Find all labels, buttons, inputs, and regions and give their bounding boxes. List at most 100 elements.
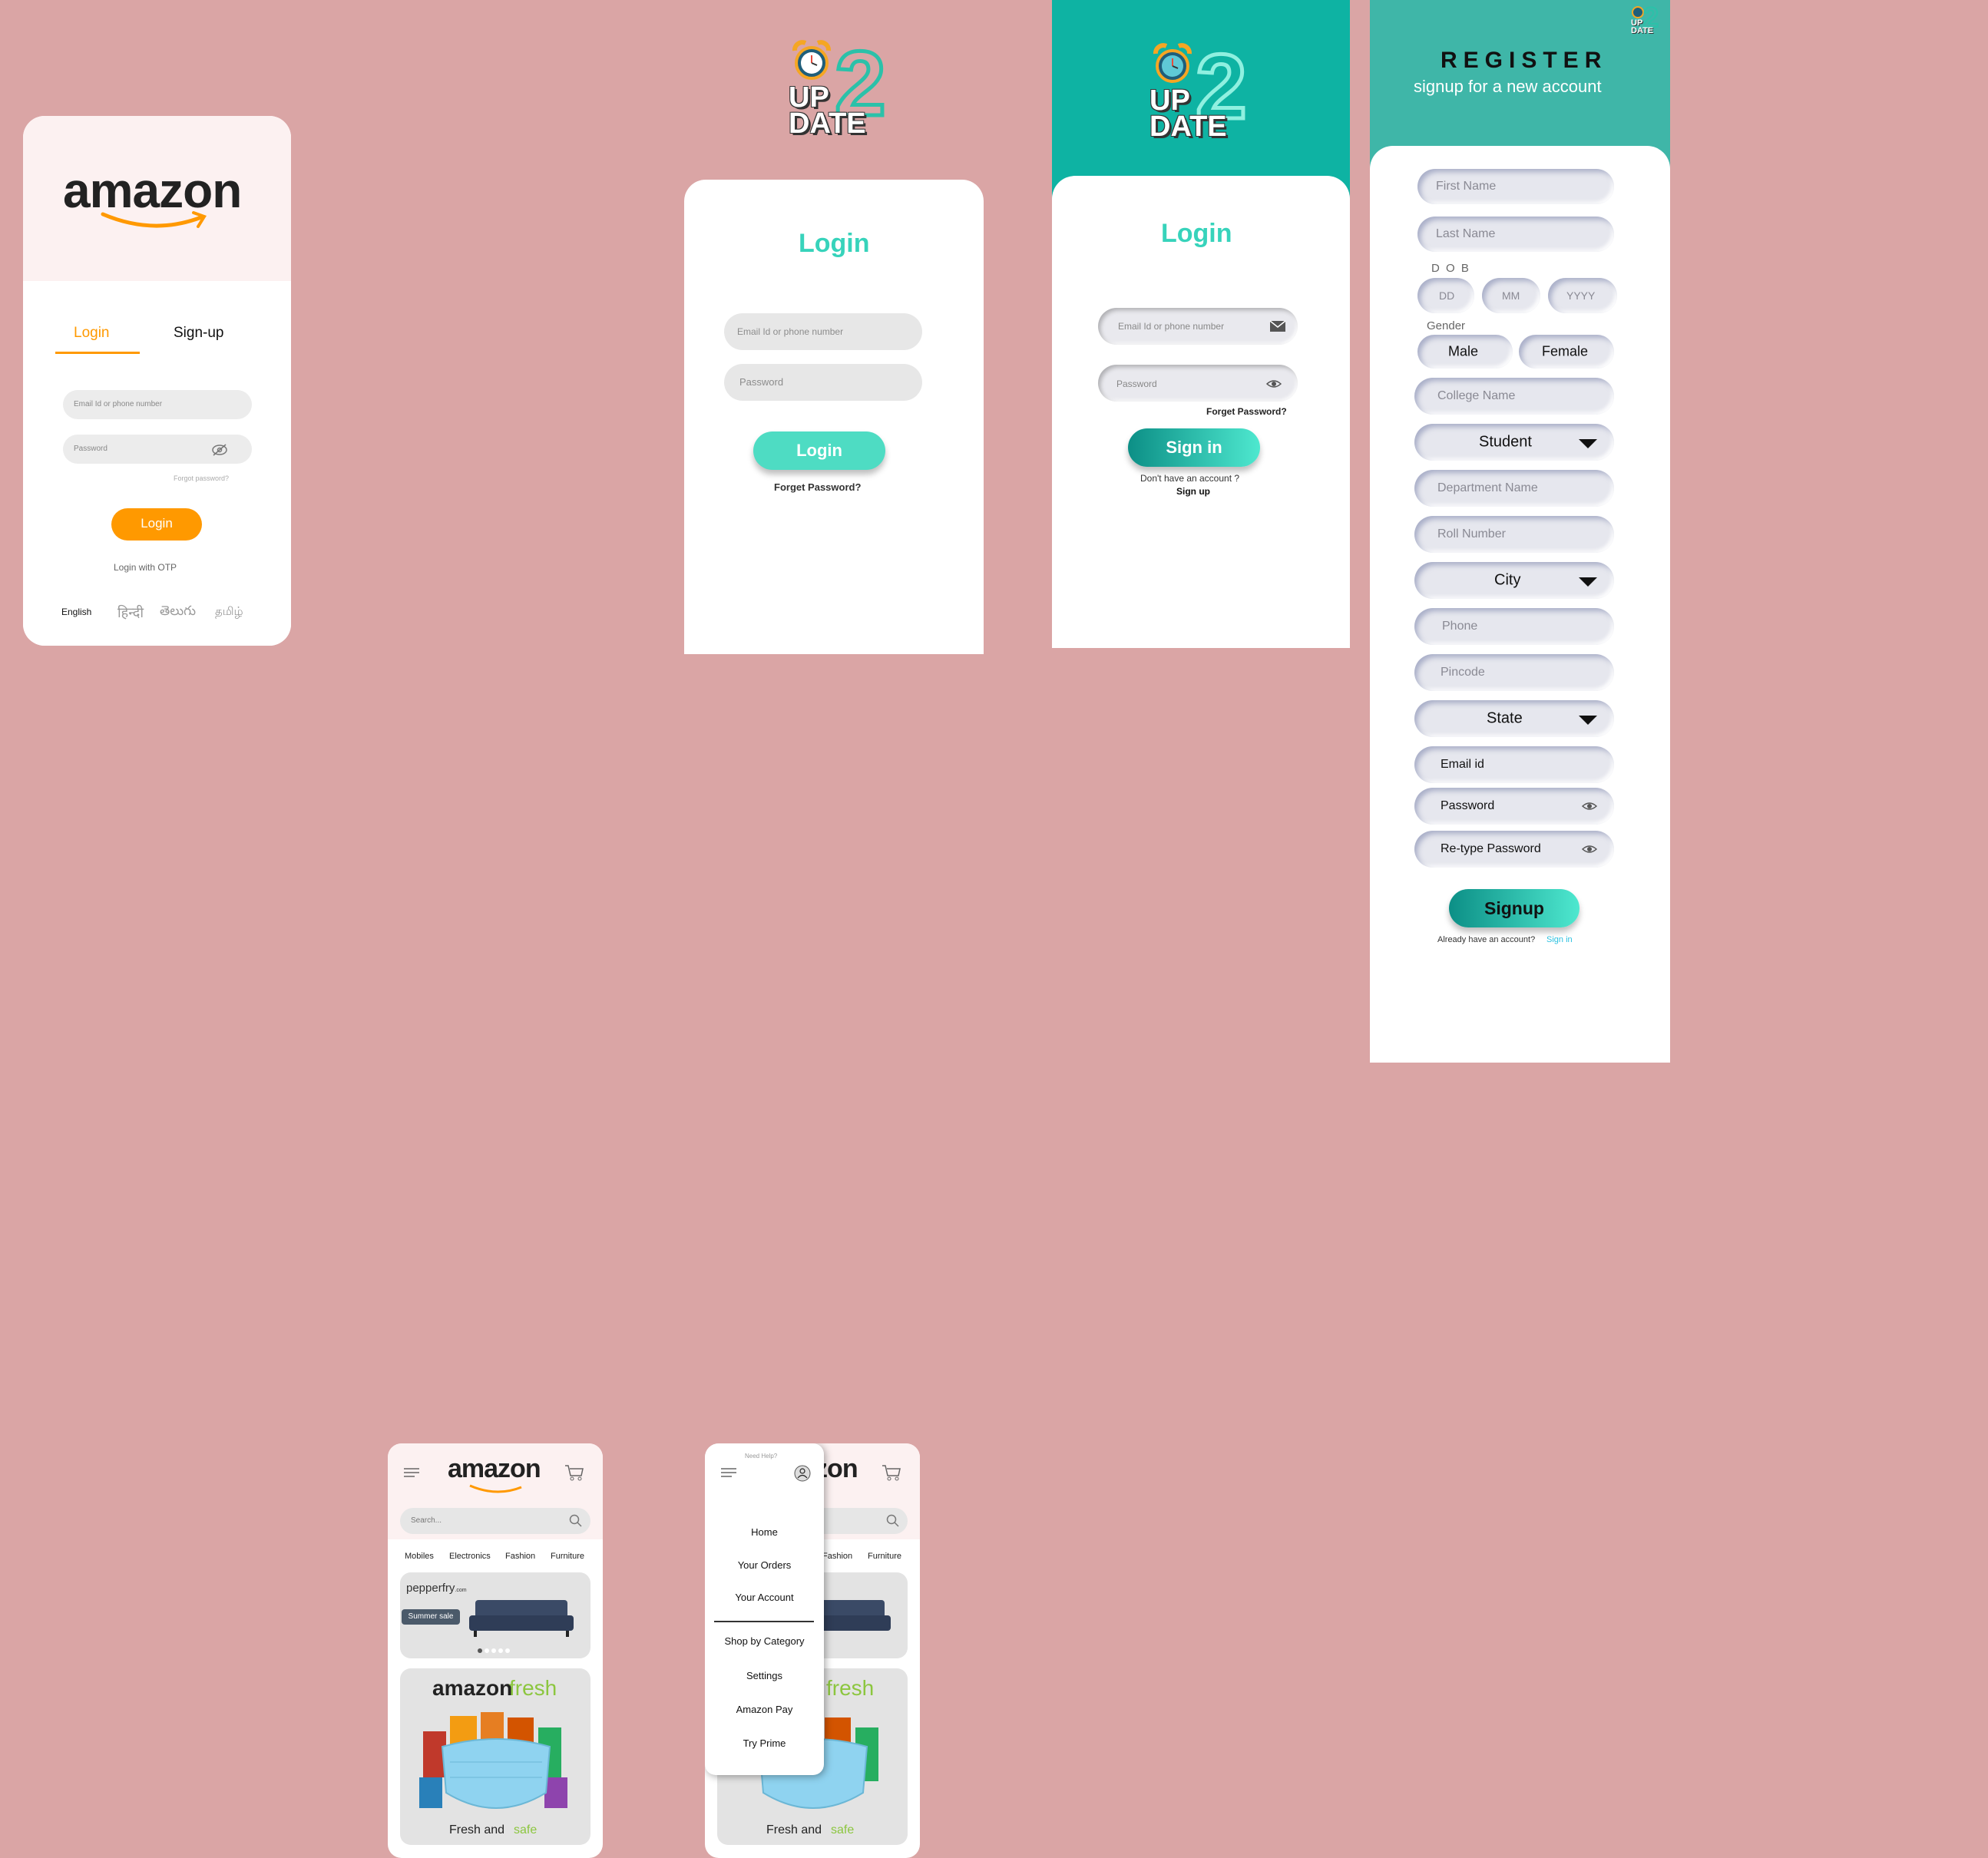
last-name-field[interactable]: Last Name <box>1417 217 1614 252</box>
college-field[interactable]: College Name <box>1414 378 1614 415</box>
roll-number-field[interactable]: Roll Number <box>1414 516 1614 553</box>
forgot-password-link[interactable]: Forget Password? <box>1206 406 1287 417</box>
tab-login[interactable]: Login <box>74 325 110 342</box>
drawer-item-account[interactable]: Your Account <box>705 1592 824 1603</box>
drawer-item-home[interactable]: Home <box>705 1526 824 1538</box>
pincode-placeholder: Pincode <box>1441 666 1485 679</box>
roll-number-placeholder: Roll Number <box>1437 527 1506 541</box>
first-name-field[interactable]: First Name <box>1417 169 1614 204</box>
need-help-text[interactable]: Need Help? <box>745 1453 777 1460</box>
mail-icon <box>1269 320 1286 332</box>
login-button[interactable]: Login <box>111 508 202 541</box>
signup-button[interactable]: Signup <box>1449 889 1579 927</box>
email-field[interactable]: Email id <box>1414 746 1614 783</box>
dob-day-field[interactable]: DD <box>1417 278 1474 313</box>
eye-icon[interactable] <box>1582 801 1597 812</box>
password-field[interactable]: Password <box>1414 788 1614 825</box>
phone-placeholder: Phone <box>1442 620 1478 633</box>
signin-button[interactable]: Sign in <box>1128 428 1260 467</box>
carousel-dots[interactable] <box>477 1648 515 1654</box>
menu-icon[interactable] <box>720 1466 737 1479</box>
drawer-item-orders[interactable]: Your Orders <box>705 1559 824 1571</box>
login-button[interactable]: Login <box>753 431 885 470</box>
drawer-item-settings[interactable]: Settings <box>705 1670 824 1681</box>
pincode-field[interactable]: Pincode <box>1414 654 1614 691</box>
drawer-item-shop-category[interactable]: Shop by Category <box>705 1635 824 1647</box>
summer-sale-badge: Summer sale <box>402 1609 460 1625</box>
tab-signup[interactable]: Sign-up <box>174 325 224 342</box>
update-logo: 2 UP DATE <box>787 31 895 144</box>
password-placeholder: Password <box>1116 379 1157 389</box>
category-mobiles[interactable]: Mobiles <box>405 1552 434 1561</box>
update-logo-date: DATE <box>1631 26 1654 35</box>
drawer-item-amazon-pay[interactable]: Amazon Pay <box>705 1704 824 1715</box>
lang-hindi[interactable]: हिन्दी <box>117 603 144 622</box>
drawer-item-try-prime[interactable]: Try Prime <box>705 1737 824 1749</box>
email-field[interactable]: Email Id or phone number <box>724 313 922 350</box>
login-otp-link[interactable]: Login with OTP <box>114 562 177 573</box>
forgot-password-link[interactable]: Forget Password? <box>774 481 861 493</box>
pepperfry-suffix: .com <box>455 1588 467 1593</box>
first-name-placeholder: First Name <box>1436 180 1497 193</box>
drawer-divider <box>714 1621 814 1622</box>
signup-link[interactable]: Sign up <box>1176 486 1210 497</box>
amazon-login-form: Login Sign-up Email Id or phone number P… <box>23 281 291 646</box>
category-furniture[interactable]: Furniture <box>551 1552 584 1561</box>
user-icon[interactable] <box>794 1465 811 1482</box>
sofa-image <box>469 1600 574 1637</box>
state-select[interactable]: State <box>1414 700 1614 737</box>
category-fashion[interactable]: Fashion <box>822 1552 852 1561</box>
search-bar[interactable]: Search... <box>400 1508 590 1534</box>
pepperfry-banner[interactable]: pepperfry.com Summer sale <box>400 1572 590 1658</box>
update-login-screen: Login Email Id or phone number Password … <box>684 180 984 654</box>
eye-icon[interactable] <box>1582 844 1597 855</box>
retype-password-field[interactable]: Re-type Password <box>1414 831 1614 868</box>
password-field[interactable]: Password <box>724 364 922 401</box>
signin-link[interactable]: Sign in <box>1546 935 1573 944</box>
email-field[interactable]: Email Id or phone number <box>1098 308 1298 345</box>
phone-field[interactable]: Phone <box>1414 608 1614 645</box>
category-furniture[interactable]: Furniture <box>868 1552 901 1561</box>
retype-password-placeholder: Re-type Password <box>1441 842 1541 855</box>
chevron-down-icon <box>1579 439 1597 448</box>
fresh-logo-fresh: fresh <box>826 1676 875 1700</box>
dob-year-field[interactable]: YYYY <box>1548 278 1617 313</box>
gender-female-option[interactable]: Female <box>1519 335 1614 369</box>
update-logo-date: DATE <box>1149 111 1227 143</box>
department-field[interactable]: Department Name <box>1414 470 1614 507</box>
email-field[interactable]: Email Id or phone number <box>63 390 252 419</box>
grocery-mask-image <box>419 1712 567 1809</box>
role-select[interactable]: Student <box>1414 424 1614 461</box>
menu-icon[interactable] <box>403 1466 420 1479</box>
search-icon[interactable] <box>569 1514 583 1528</box>
no-account-text: Don't have an account ? <box>1140 473 1240 484</box>
lang-english[interactable]: English <box>61 607 91 617</box>
category-fashion[interactable]: Fashion <box>505 1552 535 1561</box>
search-icon[interactable] <box>886 1514 900 1528</box>
password-placeholder: Password <box>74 445 108 453</box>
amazon-smile-icon <box>469 1484 522 1493</box>
tab-underline <box>55 352 140 354</box>
category-electronics[interactable]: Electronics <box>449 1552 491 1561</box>
dob-month-field[interactable]: MM <box>1482 278 1540 313</box>
eye-off-icon[interactable] <box>210 443 229 457</box>
eye-icon[interactable] <box>1265 378 1282 390</box>
city-select[interactable]: City <box>1414 562 1614 599</box>
cart-icon[interactable] <box>882 1463 901 1482</box>
gender-male-option[interactable]: Male <box>1417 335 1513 369</box>
chevron-down-icon <box>1579 716 1597 725</box>
city-select-value: City <box>1494 571 1521 589</box>
page-title: Login <box>799 229 870 258</box>
amazon-fresh-banner[interactable]: amazon fresh Fresh and safe <box>400 1668 590 1845</box>
gender-female-label: Female <box>1542 343 1589 359</box>
fresh-caption-a: Fresh and <box>766 1823 822 1837</box>
forgot-password-link[interactable]: Forgot password? <box>174 474 229 482</box>
lang-telugu[interactable]: తెలుగు <box>160 603 196 622</box>
email-placeholder: Email Id or phone number <box>1118 321 1225 332</box>
alarm-clock-icon <box>792 40 831 80</box>
lang-tamil[interactable]: தமிழ் <box>215 605 243 620</box>
cart-icon[interactable] <box>564 1463 584 1482</box>
register-screen: 2 UP DATE REGISTER signup for a new acco… <box>1370 0 1670 1063</box>
already-account-text: Already have an account? <box>1437 935 1536 944</box>
register-subtitle: signup for a new account <box>1414 77 1602 96</box>
